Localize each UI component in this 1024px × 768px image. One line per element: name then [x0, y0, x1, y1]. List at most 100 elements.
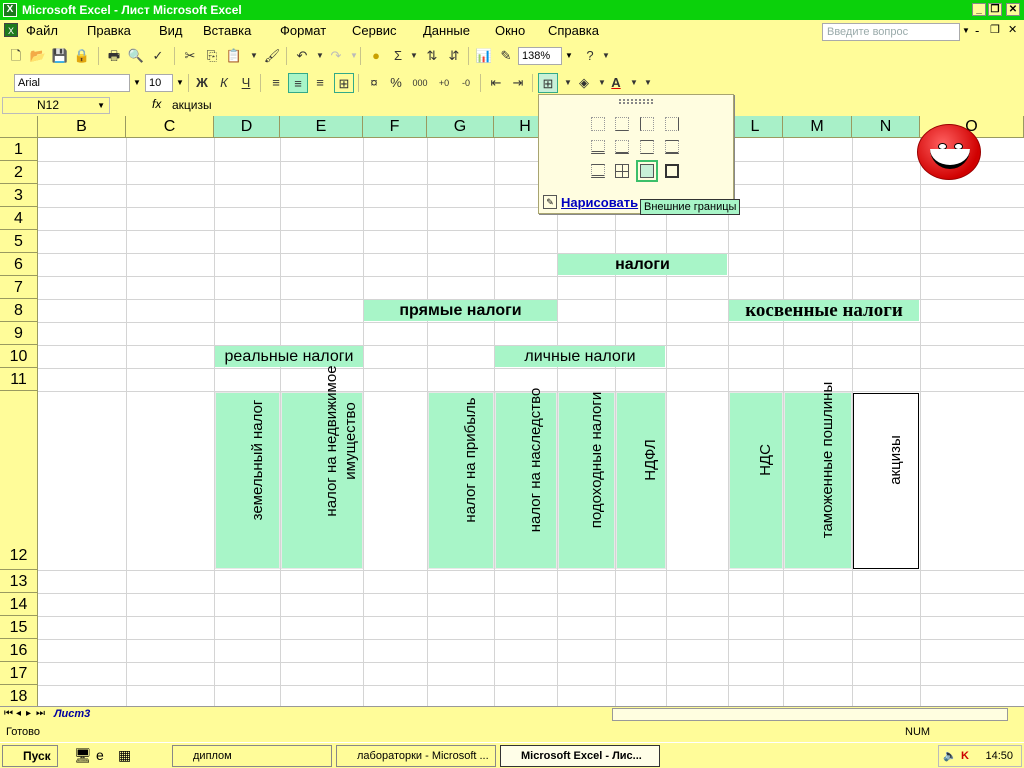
- cut-icon[interactable]: ✂: [180, 46, 200, 66]
- cell-vat[interactable]: НДС: [729, 392, 783, 569]
- research-icon[interactable]: ●: [366, 46, 386, 66]
- column-header-b[interactable]: B: [38, 116, 126, 138]
- column-header-n[interactable]: N: [852, 116, 920, 138]
- align-left-icon[interactable]: ≡: [266, 73, 286, 93]
- menu-data[interactable]: Данные: [423, 23, 470, 38]
- cell-taxes[interactable]: налоги: [558, 254, 727, 275]
- ask-dropdown-icon[interactable]: ▼: [962, 26, 970, 35]
- task-excel[interactable]: Microsoft Excel - Лис...: [500, 745, 660, 767]
- format-toolbar-options-icon[interactable]: ▼: [638, 73, 658, 93]
- print-icon[interactable]: 🖶: [104, 46, 124, 66]
- sort-descending-icon[interactable]: ⇵: [444, 46, 464, 66]
- chart-wizard-icon[interactable]: 📊: [474, 46, 494, 66]
- sort-ascending-icon[interactable]: ⇅: [422, 46, 442, 66]
- draw-borders-icon[interactable]: ✎: [543, 195, 557, 209]
- column-header-c[interactable]: C: [126, 116, 214, 138]
- doc-minimize-button[interactable]: -: [975, 23, 979, 38]
- column-header-l[interactable]: L: [728, 116, 783, 138]
- currency-icon[interactable]: ¤: [364, 73, 384, 93]
- menu-format[interactable]: Формат: [280, 23, 326, 38]
- quicklaunch-desktop-icon[interactable]: 🖥: [74, 747, 92, 764]
- last-sheet-icon[interactable]: ⏭: [36, 708, 45, 719]
- row-header-9[interactable]: 9: [0, 322, 38, 345]
- excel-app-icon[interactable]: X: [3, 3, 17, 17]
- thick-box-border-icon[interactable]: [665, 164, 679, 178]
- permission-icon[interactable]: 🔒: [72, 46, 92, 66]
- spreadsheet-grid[interactable]: B C D E F G H I J K L M N O 1 2 3 4 5 6 …: [0, 116, 1024, 706]
- zoom-combo[interactable]: 138% ▼: [518, 47, 573, 65]
- font-combo[interactable]: Arial ▼: [14, 74, 141, 92]
- antivirus-icon[interactable]: K: [961, 746, 969, 766]
- row-header-4[interactable]: 4: [0, 207, 38, 230]
- cell-land-tax[interactable]: земельный налог: [215, 392, 280, 569]
- merge-center-icon[interactable]: ⊞: [334, 73, 354, 93]
- menu-help[interactable]: Справка: [548, 23, 599, 38]
- increase-decimal-icon[interactable]: +0: [434, 73, 454, 93]
- undo-icon[interactable]: ↶: [292, 46, 312, 66]
- percent-icon[interactable]: %: [386, 73, 406, 93]
- fill-color-icon[interactable]: ◈: [574, 73, 594, 93]
- restore-button[interactable]: ❐: [988, 3, 1002, 16]
- print-preview-icon[interactable]: 🔍: [126, 46, 146, 66]
- cell-property-tax[interactable]: налог на недвижимое имущество: [281, 365, 363, 569]
- row-header-16[interactable]: 16: [0, 639, 38, 662]
- top-bottom-border-icon[interactable]: [640, 140, 654, 154]
- sheet-tab[interactable]: Лист3: [54, 707, 90, 721]
- menu-file[interactable]: Файл: [26, 23, 58, 38]
- palette-drag-handle[interactable]: [619, 99, 653, 104]
- toolbar-options-icon[interactable]: ▼: [596, 46, 616, 66]
- ask-question-input[interactable]: Введите вопрос: [822, 23, 960, 41]
- font-size-dropdown-icon[interactable]: ▼: [174, 75, 186, 91]
- task-diplom[interactable]: диплом: [172, 745, 332, 767]
- horizontal-scrollbar[interactable]: [612, 708, 1008, 721]
- underline-icon[interactable]: Ч: [236, 73, 256, 93]
- font-size-combo[interactable]: 10 ▼: [145, 74, 184, 92]
- column-header-m[interactable]: M: [783, 116, 852, 138]
- format-painter-icon[interactable]: 🖌: [262, 46, 282, 66]
- first-sheet-icon[interactable]: ⏮: [4, 708, 13, 719]
- select-all-corner[interactable]: [0, 116, 38, 138]
- row-header-6[interactable]: 6: [0, 253, 38, 276]
- bottom-border-icon[interactable]: [615, 117, 629, 131]
- left-border-icon[interactable]: [640, 117, 654, 131]
- row-header-14[interactable]: 14: [0, 593, 38, 616]
- draw-borders-link[interactable]: Нарисовать: [561, 195, 638, 210]
- row-header-18[interactable]: 18: [0, 685, 38, 706]
- italic-icon[interactable]: К: [214, 73, 234, 93]
- top-double-bottom-border-icon[interactable]: [591, 164, 605, 178]
- cell-personal-taxes[interactable]: личные налоги: [495, 346, 665, 367]
- cell-customs-duties[interactable]: таможенные пошлины: [784, 382, 852, 569]
- open-folder-icon[interactable]: 📂: [28, 46, 48, 66]
- align-right-icon[interactable]: ≡: [310, 73, 330, 93]
- column-header-f[interactable]: F: [363, 116, 427, 138]
- font-color-icon[interactable]: A: [606, 73, 626, 93]
- cell-ndfl[interactable]: НДФЛ: [616, 392, 666, 569]
- row-header-8[interactable]: 8: [0, 299, 38, 322]
- all-borders-icon[interactable]: [615, 164, 629, 178]
- copy-icon[interactable]: ⎘: [202, 46, 222, 66]
- cell-direct-taxes[interactable]: прямые налоги: [364, 300, 557, 321]
- cell-income-taxes[interactable]: подоходные налоги: [558, 392, 615, 569]
- doc-restore-button[interactable]: ❐: [990, 23, 1000, 36]
- bold-icon[interactable]: Ж: [192, 73, 212, 93]
- row-header-5[interactable]: 5: [0, 230, 38, 253]
- menu-window[interactable]: Окно: [495, 23, 525, 38]
- new-file-icon[interactable]: 🗋: [6, 46, 26, 66]
- zoom-dropdown-icon[interactable]: ▼: [563, 48, 575, 64]
- borders-icon[interactable]: ⊞: [538, 73, 558, 93]
- doc-close-button[interactable]: ✕: [1008, 23, 1017, 36]
- smiley-assistant-icon[interactable]: [917, 124, 981, 180]
- autosum-dropdown-icon[interactable]: ▼: [404, 46, 424, 66]
- row-header-10[interactable]: 10: [0, 345, 38, 368]
- double-bottom-border-icon[interactable]: [591, 140, 605, 154]
- save-icon[interactable]: 💾: [50, 46, 70, 66]
- cell-excise-selected[interactable]: акцизы: [853, 393, 919, 569]
- row-header-17[interactable]: 17: [0, 662, 38, 685]
- decrease-indent-icon[interactable]: ⇤: [486, 73, 506, 93]
- align-center-icon[interactable]: ≡: [288, 73, 308, 93]
- paste-dropdown-icon[interactable]: ▼: [244, 46, 264, 66]
- column-header-d[interactable]: D: [214, 116, 280, 138]
- start-button[interactable]: Пуск: [2, 745, 58, 767]
- prev-sheet-icon[interactable]: ◂: [16, 708, 21, 719]
- volume-icon[interactable]: 🔈: [943, 746, 957, 766]
